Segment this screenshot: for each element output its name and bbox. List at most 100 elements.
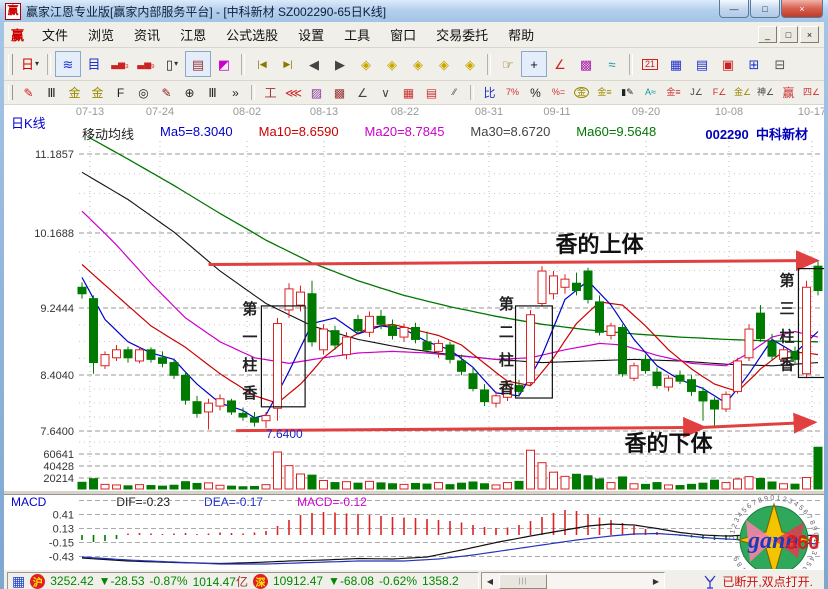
tb-slash-lines-button[interactable]: ⁄⁄ (443, 83, 466, 103)
tb-ying-tool-button[interactable]: 赢 (777, 83, 800, 103)
tb-angle-line-button[interactable]: ∠ (547, 51, 573, 77)
toolbar-grip[interactable] (8, 54, 13, 75)
tb-gann-fan-button[interactable]: ⋘ (282, 83, 305, 103)
expand-scale-icon: ◈ (439, 58, 449, 71)
tb-draw-brush-button[interactable]: ✎ (17, 83, 40, 103)
tb-next-page-button[interactable]: ▶ (327, 51, 353, 77)
tb-candle-draw-button[interactable]: ▮✎ (616, 83, 639, 103)
tb-gold-levels-button[interactable]: 金≡ (593, 83, 616, 103)
minimize-button[interactable]: — (719, 0, 749, 18)
tb-quote-board-button[interactable]: 目 (81, 51, 107, 77)
tb-save-layout-button[interactable]: ▣ (715, 51, 741, 77)
menu-item-news[interactable]: 资讯 (124, 23, 170, 46)
tb-drag-hand-button[interactable]: ☞ (495, 51, 521, 77)
tb-time-grid-button[interactable]: Ⅲ (40, 83, 63, 103)
tb-bars-9-button[interactable]: ▃▅₉ (133, 51, 159, 77)
tb-fib-grid-button[interactable]: F (109, 83, 132, 103)
tb-restore-scale-button[interactable]: ◈ (457, 51, 483, 77)
chip-tool-icon: ▩ (580, 58, 592, 71)
price-tick-label: 7.6400 (40, 426, 74, 438)
menu-item-tools[interactable]: 工具 (334, 23, 380, 46)
tb-gold-circle-button[interactable]: 金 (570, 83, 593, 103)
tb-gold-angle-button[interactable]: 金∠ (731, 83, 754, 103)
tb-angle-set-button[interactable]: ∠ (351, 83, 374, 103)
status-grid-icon[interactable]: ▦ (12, 573, 25, 589)
tb-candle-style-button[interactable]: ▯▾ (159, 51, 185, 77)
tb-ratio-tool-button[interactable]: 比 (478, 83, 501, 103)
tb-timeshare-chart-button[interactable]: ≋ (55, 51, 81, 77)
tb-net-box-button[interactable]: ▩ (328, 83, 351, 103)
scroll-left-button[interactable]: ◀ (482, 573, 498, 589)
pillar-annotation-box[interactable] (261, 306, 305, 407)
gold-grid-b-icon: 金 (91, 87, 103, 99)
tb-cycle-circle-button[interactable]: ⊕ (178, 83, 201, 103)
tb-draw-line-button[interactable]: ✎ (155, 83, 178, 103)
toolbar-grip[interactable] (8, 85, 13, 100)
menu-item-trade[interactable]: 交易委托 (426, 23, 498, 46)
tb-more-tools-button[interactable]: » (224, 83, 247, 103)
scroll-right-button[interactable]: ▶ (648, 573, 664, 589)
ying-tool-icon: 赢 (782, 87, 794, 99)
zoom-right-icon: ◈ (387, 58, 397, 71)
tb-kline-period-button[interactable]: 日▾ (17, 51, 43, 77)
tb-j-angle-button[interactable]: J∠ (685, 83, 708, 103)
tb-wave-a-button[interactable]: A≈ (639, 83, 662, 103)
mdi-restore-button[interactable]: □ (779, 26, 798, 43)
tb-prev-page-button[interactable]: ◀ (301, 51, 327, 77)
tb-report-view-button[interactable]: ▤ (185, 51, 211, 77)
tb-remote-pc-button[interactable]: ⊟ (767, 51, 793, 77)
draw-brush-icon: ✎ (23, 87, 33, 99)
tb-crosshair-button[interactable]: + (521, 51, 547, 77)
tb-f-angle-button[interactable]: F∠ (708, 83, 731, 103)
tb-first-page-button[interactable]: |◀ (249, 51, 275, 77)
net-box-icon: ▩ (334, 87, 345, 99)
lower-trend-line[interactable] (704, 422, 814, 427)
tb-compress-scale-button[interactable]: ◈ (405, 51, 431, 77)
menu-item-browse[interactable]: 浏览 (78, 23, 124, 46)
tb-shen-angle-button[interactable]: 神∠ (754, 83, 777, 103)
tb-data-sheet-button[interactable]: ▤ (689, 51, 715, 77)
tb-pct-candle-button[interactable]: 7% (501, 83, 524, 103)
tb-net-link-button[interactable]: ⊞ (741, 51, 767, 77)
tb-pct-line-button[interactable]: %= (547, 83, 570, 103)
upper-trend-line[interactable] (209, 260, 817, 264)
menu-item-help[interactable]: 帮助 (498, 23, 544, 46)
tb-last-page-button[interactable]: ▶| (275, 51, 301, 77)
menu-item-window[interactable]: 窗口 (380, 23, 426, 46)
tb-v-lines-button[interactable]: ∨ (374, 83, 397, 103)
mdi-minimize-button[interactable]: _ (758, 26, 777, 43)
tb-gold-grid-b-button[interactable]: 金 (86, 83, 109, 103)
tb-gold-grid-a-button[interactable]: 金 (63, 83, 86, 103)
mdi-close-button[interactable]: × (800, 26, 819, 43)
tb-four-angle-button[interactable]: 四∠ (800, 83, 823, 103)
dea-line (82, 534, 818, 565)
tb-calendar-button[interactable]: 21 (637, 51, 663, 77)
tb-spiral-tool-button[interactable]: ◎ (132, 83, 155, 103)
tb-chip-tool-button[interactable]: ▩ (573, 51, 599, 77)
tb-red-grid-b-button[interactable]: ▤ (420, 83, 443, 103)
menu-item-formula-stock[interactable]: 公式选股 (216, 23, 288, 46)
maximize-button[interactable]: □ (750, 0, 780, 18)
tb-tick-grid-button[interactable]: Ⅲ (201, 83, 224, 103)
toolbar-main: 日▾≋目▃▅₃▃▅₉▯▾▤◩|◀▶|◀▶◈◈◈◈◈☞+∠▩≈21▦▤▣⊞⊟ (4, 48, 824, 81)
tb-color-chart-button[interactable]: ◩ (211, 51, 237, 77)
tb-expand-scale-button[interactable]: ◈ (431, 51, 457, 77)
scrollbar-thumb[interactable]: ||| (499, 574, 547, 589)
connection-status[interactable]: 已断开,双点打开. (703, 573, 821, 589)
menu-item-settings[interactable]: 设置 (288, 23, 334, 46)
tb-wave-tool-button[interactable]: ≈ (599, 51, 625, 77)
tb-percent-button[interactable]: % (524, 83, 547, 103)
volume-bar (688, 484, 696, 489)
tb-red-grid-a-button[interactable]: ▦ (397, 83, 420, 103)
tb-gold-levels-red-button[interactable]: 金≡ (662, 83, 685, 103)
menu-item-gann[interactable]: 江恩 (170, 23, 216, 46)
tb-zoom-right-button[interactable]: ◈ (379, 51, 405, 77)
horizontal-scrollbar[interactable]: ◀ ||| ▶ (481, 572, 665, 589)
tb-bars-3-button[interactable]: ▃▅₃ (107, 51, 133, 77)
tb-matrix-calc-button[interactable]: ▦ (663, 51, 689, 77)
tb-gann-frame-button[interactable]: 工 (259, 83, 282, 103)
close-button[interactable]: × (781, 0, 823, 18)
tb-zoom-left-button[interactable]: ◈ (353, 51, 379, 77)
menu-item-file[interactable]: 文件 (32, 23, 78, 46)
tb-fan-box-button[interactable]: ▨ (305, 83, 328, 103)
